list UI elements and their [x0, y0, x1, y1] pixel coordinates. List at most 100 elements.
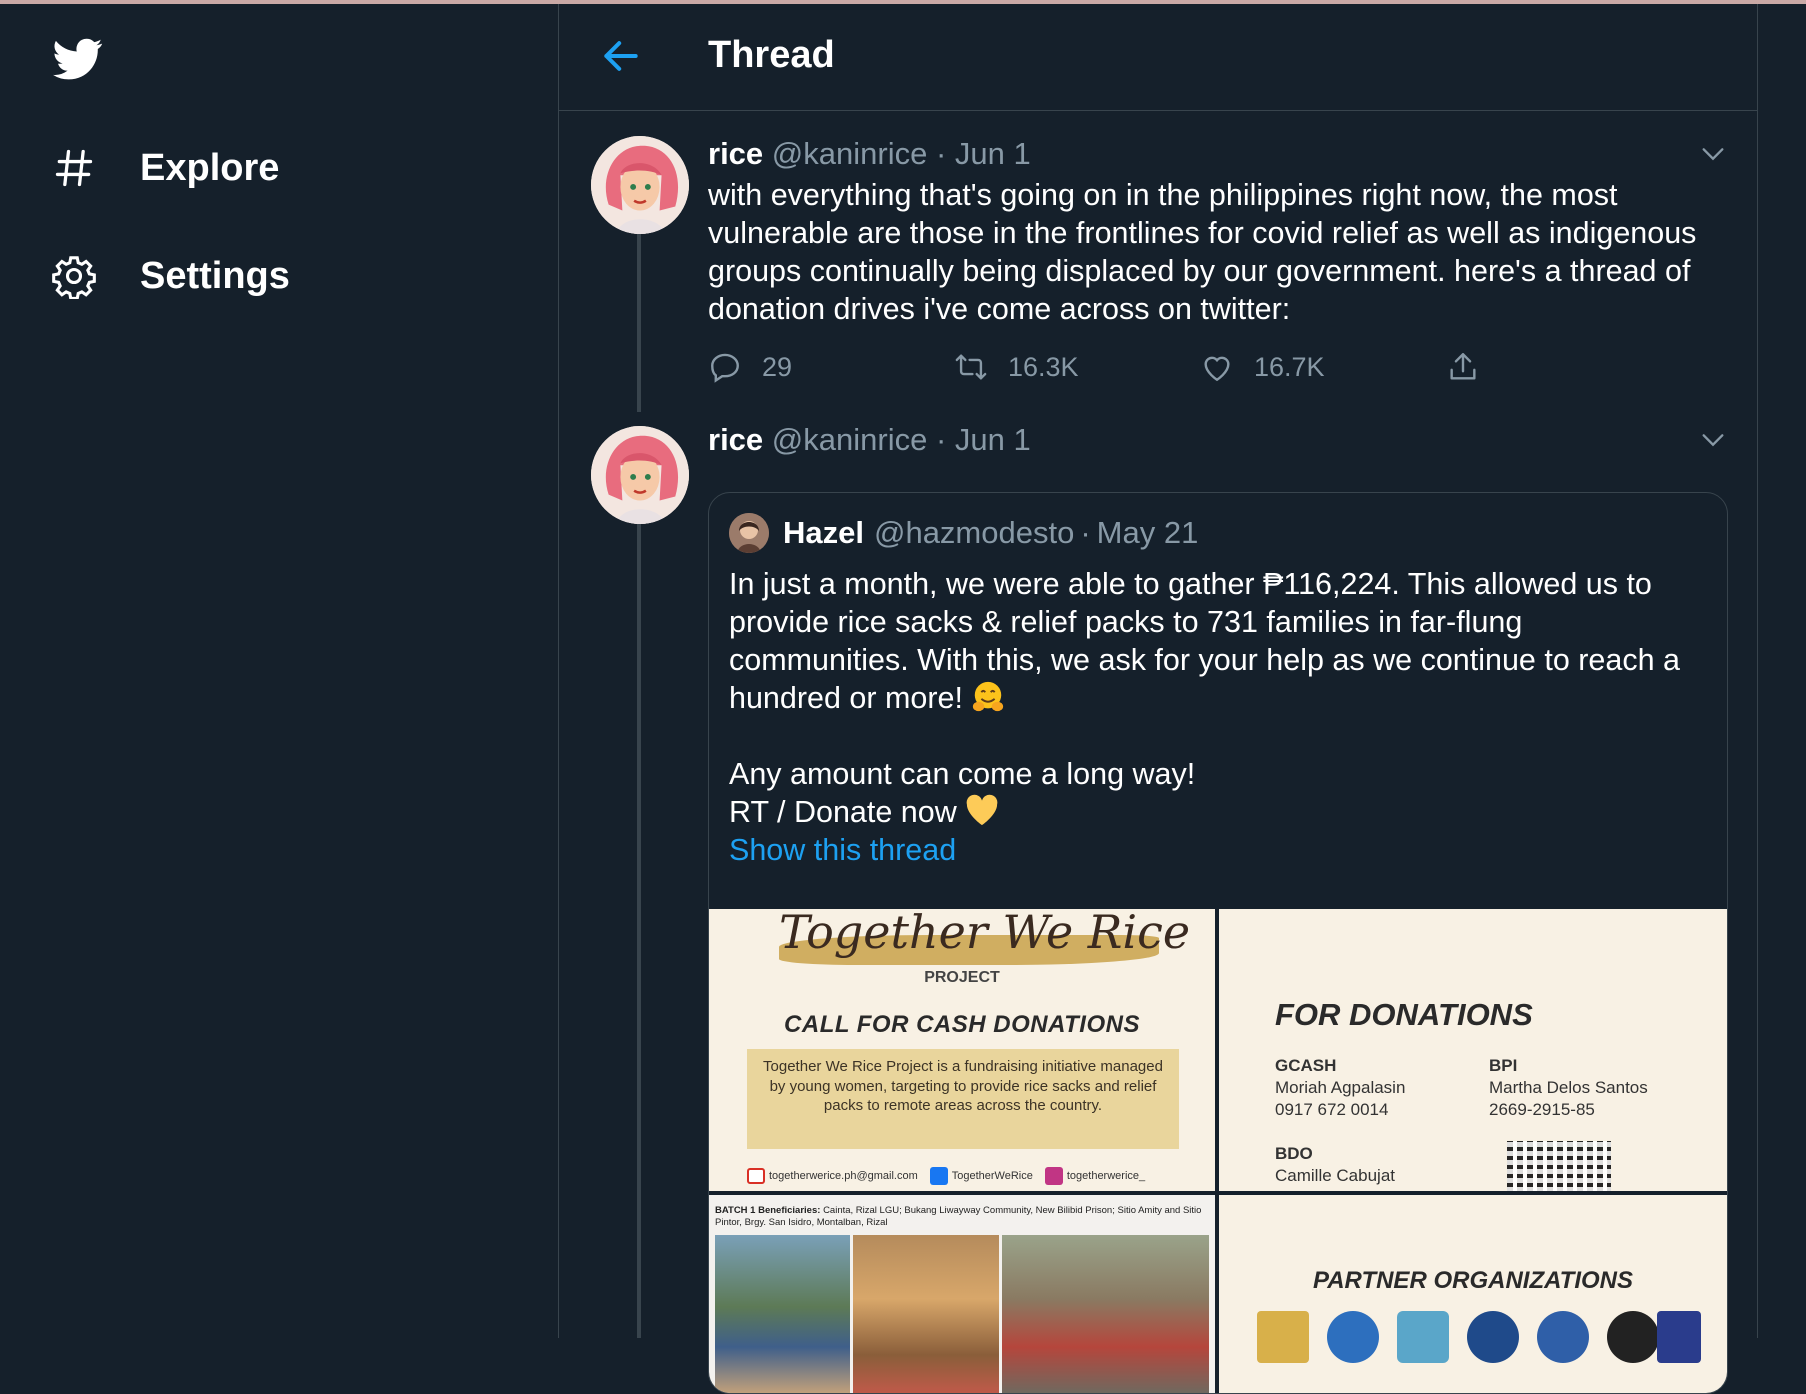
image-subtitle: PROJECT	[924, 969, 1000, 986]
quoted-tweet-text: In just a month, we were able to gather …	[729, 565, 1709, 869]
separator-dot: ·	[1080, 515, 1091, 550]
hugging-face-icon	[973, 681, 1004, 712]
gcash-name: Moriah Agpalasin	[1275, 1078, 1406, 1097]
like-count: 16.7K	[1254, 351, 1325, 382]
bpi-info: BPI Martha Delos Santos 2669-2915-85	[1489, 1055, 1648, 1121]
image-heading: PARTNER ORGANIZATIONS	[1312, 1267, 1633, 1294]
image-title: Together We Rice	[779, 909, 1191, 959]
author-name[interactable]: rice	[708, 422, 763, 457]
reply-icon	[711, 353, 739, 383]
image-heading: FOR DONATIONS	[1275, 997, 1533, 1032]
media-image[interactable]: Together We Rice PROJECT CALL FOR CASH D…	[709, 909, 1215, 1191]
thread-column: Thread rice @kaninrice · Jun 1 with ever…	[558, 4, 1758, 1394]
qr-code-pattern	[1507, 1141, 1611, 1191]
tweet-actions: 29 16.3K 16.7K	[708, 350, 1608, 390]
image-heading: CALL FOR CASH DONATIONS	[784, 1011, 1140, 1038]
sidebar: Explore Settings	[0, 4, 558, 1338]
avatar[interactable]	[591, 426, 689, 524]
sidebar-item-settings[interactable]: Settings	[48, 250, 290, 302]
bpi-label: BPI	[1489, 1056, 1518, 1075]
partner-logo	[1537, 1311, 1589, 1363]
partner-logo	[1607, 1311, 1659, 1363]
contact-row: togetherwerice.ph@gmail.com TogetherWeRi…	[747, 1167, 1207, 1185]
retweet-count: 16.3K	[1008, 351, 1079, 382]
photo-collage	[715, 1235, 1209, 1393]
batch-label: BATCH 1 Beneficiaries:	[715, 1205, 821, 1216]
quote-paragraph: In just a month, we were able to gather …	[729, 567, 1681, 715]
media-image[interactable]: FOR DONATIONS GCASH Moriah Agpalasin 091…	[1219, 909, 1727, 1191]
partner-logo	[1327, 1311, 1379, 1363]
bdo-info: BDO Camille Cabujat	[1275, 1143, 1395, 1187]
media-image[interactable]: PARTNER ORGANIZATIONS	[1219, 1195, 1727, 1393]
page-title: Thread	[708, 34, 835, 76]
photo	[715, 1235, 851, 1393]
yellow-heart-icon	[966, 794, 998, 826]
partner-logo	[1397, 1311, 1449, 1363]
gcash-number: 0917 672 0014	[1275, 1100, 1389, 1119]
author-handle[interactable]: @kaninrice	[772, 422, 928, 457]
share-icon	[1450, 353, 1476, 380]
author-handle[interactable]: @kaninrice	[772, 136, 928, 171]
separator-dot: ·	[935, 422, 947, 457]
tweet-header: rice @kaninrice · Jun 1	[708, 136, 1031, 172]
contact-email: togetherwerice.ph@gmail.com	[769, 1170, 918, 1182]
tweet[interactable]: rice @kaninrice · Jun 1 Hazel @hazmodest…	[559, 422, 1757, 1394]
chevron-down-icon[interactable]	[1699, 426, 1727, 454]
quoted-tweet[interactable]: Hazel @hazmodesto · May 21 In just a mon…	[708, 492, 1728, 1394]
sidebar-item-label: Explore	[140, 146, 280, 189]
quote-line: RT / Donate now	[729, 795, 957, 829]
twitter-bird-icon[interactable]	[48, 34, 108, 84]
photo	[1001, 1235, 1209, 1393]
retweet-icon	[955, 354, 987, 380]
chevron-down-icon[interactable]	[1699, 140, 1727, 168]
partner-logo	[1657, 1311, 1701, 1363]
instagram-icon	[1044, 1167, 1063, 1185]
separator-dot: ·	[935, 136, 947, 171]
like-button[interactable]: 16.7K	[1200, 350, 1325, 384]
tweet-date[interactable]: Jun 1	[955, 422, 1031, 457]
photo	[853, 1235, 999, 1393]
heart-icon	[1204, 356, 1230, 382]
reply-button[interactable]: 29	[708, 350, 792, 384]
bpi-name: Martha Delos Santos	[1489, 1078, 1648, 1097]
hashtag-icon	[48, 142, 100, 194]
tweet-text: with everything that's going on in the p…	[708, 178, 1697, 326]
arrow-left-icon	[604, 41, 638, 71]
partner-logo	[1467, 1311, 1519, 1363]
gear-icon	[48, 250, 100, 302]
gcash-label: GCASH	[1275, 1056, 1337, 1075]
contact-instagram: togetherwerice_	[1066, 1170, 1146, 1182]
author-name[interactable]: Hazel	[783, 515, 864, 551]
partner-logos	[1257, 1311, 1701, 1393]
contact-facebook: TogetherWeRice	[951, 1170, 1033, 1182]
share-button[interactable]	[1446, 350, 1480, 384]
avatar[interactable]	[729, 513, 769, 553]
media-grid: Together We Rice PROJECT CALL FOR CASH D…	[709, 909, 1727, 1393]
sidebar-item-explore[interactable]: Explore	[48, 142, 279, 194]
quoted-tweet-header: Hazel @hazmodesto · May 21	[729, 513, 1198, 553]
show-thread-link[interactable]: Show this thread	[729, 833, 956, 867]
quote-line: Any amount can come a long way!	[729, 757, 1196, 791]
avatar[interactable]	[591, 136, 689, 234]
bpi-number: 2669-2915-85	[1489, 1100, 1595, 1119]
media-image[interactable]: BATCH 1 Beneficiaries: Cainta, Rizal LGU…	[709, 1195, 1215, 1393]
bdo-name: Camille Cabujat	[1275, 1166, 1395, 1185]
image-description: Together We Rice Project is a fundraisin…	[763, 1058, 1163, 1114]
facebook-icon	[929, 1167, 948, 1185]
partner-logo	[1257, 1311, 1309, 1363]
mail-icon	[747, 1168, 765, 1184]
beneficiaries-caption: BATCH 1 Beneficiaries: Cainta, Rizal LGU…	[715, 1205, 1205, 1229]
sidebar-item-label: Settings	[140, 254, 290, 297]
tweet-header: rice @kaninrice · Jun 1	[708, 422, 1031, 458]
tweet-date[interactable]: May 21	[1097, 515, 1199, 551]
tweet-date[interactable]: Jun 1	[955, 136, 1031, 171]
retweet-button[interactable]: 16.3K	[954, 350, 1079, 384]
reply-count: 29	[762, 351, 793, 382]
back-button[interactable]	[599, 34, 643, 78]
tweet[interactable]: rice @kaninrice · Jun 1 with everything …	[559, 132, 1757, 422]
gcash-info: GCASH Moriah Agpalasin 0917 672 0014	[1275, 1055, 1405, 1121]
author-handle[interactable]: @hazmodesto	[874, 515, 1074, 551]
author-name[interactable]: rice	[708, 136, 763, 171]
bdo-label: BDO	[1275, 1144, 1313, 1163]
thread-header: Thread	[559, 4, 1757, 111]
